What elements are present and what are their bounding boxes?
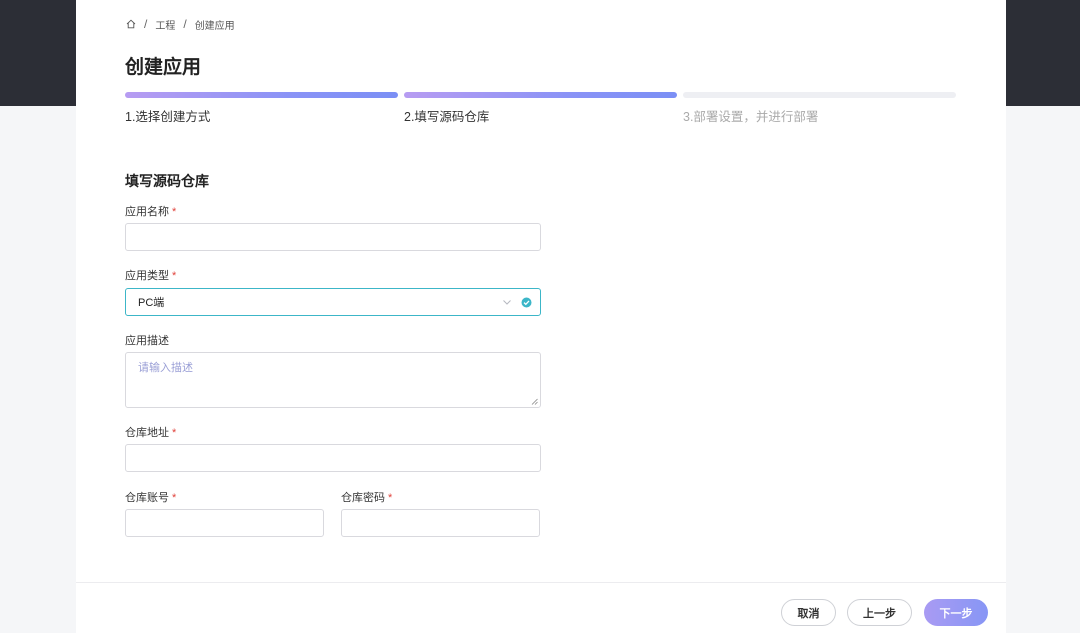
- main-card: / 工程 / 创建应用 创建应用 1.选择创建方式 2.填写源码仓库 3.部署设…: [76, 0, 1006, 633]
- home-icon[interactable]: [126, 19, 136, 29]
- step-3-bar: [683, 92, 956, 98]
- step-3: 3.部署设置，并进行部署: [683, 92, 956, 125]
- footer-divider: [76, 582, 1006, 583]
- app-type-label-text: 应用类型: [125, 270, 169, 282]
- repo-account-label-text: 仓库账号: [125, 492, 169, 504]
- repo-account-input[interactable]: [125, 509, 324, 537]
- required-mark: *: [172, 492, 177, 504]
- step-1-label: 1.选择创建方式: [125, 110, 211, 124]
- steps-progress: 1.选择创建方式 2.填写源码仓库 3.部署设置，并进行部署: [125, 92, 956, 125]
- required-mark: *: [172, 206, 177, 218]
- step-2: 2.填写源码仓库: [404, 92, 677, 125]
- repo-account-label: 仓库账号 *: [125, 489, 176, 505]
- app-name-label: 应用名称 *: [125, 203, 176, 219]
- step-1: 1.选择创建方式: [125, 92, 398, 125]
- app-name-input[interactable]: [125, 223, 541, 251]
- app-name-label-text: 应用名称: [125, 206, 169, 218]
- breadcrumb-separator: /: [183, 17, 187, 31]
- app-desc-textarea[interactable]: 请输入描述: [125, 352, 541, 408]
- prev-step-button[interactable]: 上一步: [847, 599, 912, 626]
- page-title: 创建应用: [125, 57, 202, 78]
- repo-url-label: 仓库地址 *: [125, 424, 176, 440]
- next-step-button[interactable]: 下一步: [924, 599, 988, 626]
- repo-url-label-text: 仓库地址: [125, 427, 169, 439]
- app-desc-label: 应用描述: [125, 335, 169, 347]
- required-mark: *: [172, 427, 177, 439]
- section-title: 填写源码仓库: [125, 173, 209, 189]
- step-3-label: 3.部署设置，并进行部署: [683, 110, 819, 124]
- repo-url-input[interactable]: [125, 444, 541, 472]
- repo-password-label: 仓库密码 *: [341, 489, 392, 505]
- step-2-bar: [404, 92, 677, 98]
- cancel-button[interactable]: 取消: [781, 599, 836, 626]
- step-1-bar: [125, 92, 398, 98]
- repo-password-label-text: 仓库密码: [341, 492, 385, 504]
- app-desc-placeholder: 请输入描述: [138, 362, 193, 374]
- required-mark: *: [388, 492, 393, 504]
- app-type-select[interactable]: PC端: [125, 288, 541, 316]
- resize-handle-icon[interactable]: [531, 398, 538, 405]
- breadcrumb-item-create-app: 创建应用: [194, 20, 235, 32]
- breadcrumb-separator: /: [144, 17, 148, 31]
- breadcrumb-item-project[interactable]: 工程: [155, 17, 175, 32]
- required-mark: *: [172, 270, 177, 282]
- step-2-label: 2.填写源码仓库: [404, 110, 490, 124]
- repo-password-input[interactable]: [341, 509, 540, 537]
- app-type-value: PC端: [138, 297, 165, 309]
- app-type-label: 应用类型 *: [125, 267, 176, 283]
- breadcrumb: / 工程 / 创建应用: [126, 17, 235, 32]
